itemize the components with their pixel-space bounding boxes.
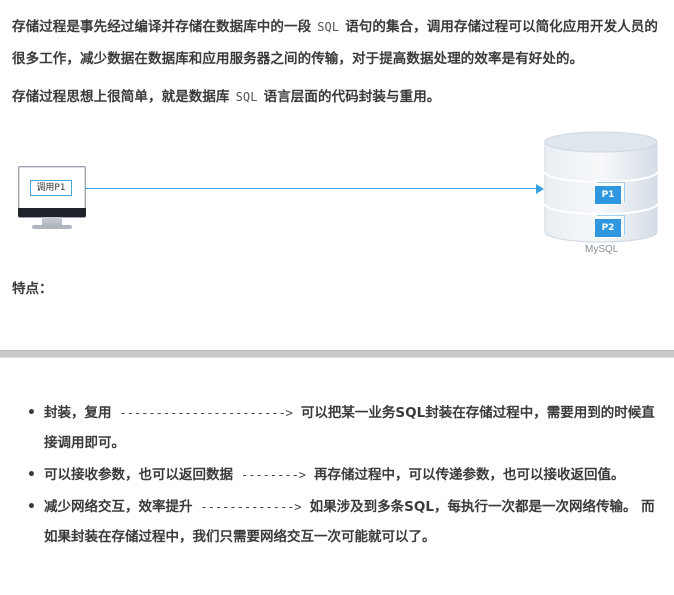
list-item: • 可以接收参数，也可以返回数据 --------> 再存储过程中，可以传递参数，也可… xyxy=(0,460,674,490)
call-arrow-line xyxy=(85,188,539,189)
feature-title: 封装，复用 xyxy=(44,405,112,421)
intro-text: 存储过程思想上很简单，就是数据库 xyxy=(12,89,230,105)
list-item: • 封装，复用 -----------------------> 可以把某一业务SQL… xyxy=(0,398,674,458)
intro-paragraph-2: 存储过程思想上很简单，就是数据库 SQL 语言层面的代码封装与重用。 xyxy=(12,86,664,108)
procedure-card-p2: P2 xyxy=(594,218,622,238)
feature-title: 减少网络交互，效率提升 xyxy=(44,499,193,515)
features-heading: 特点： xyxy=(12,281,53,297)
monitor-base xyxy=(32,225,72,229)
intro-paragraph-1: 存储过程是事先经过编译并存储在数据库中的一段 SQL 语句的集合，调用存储过程可以简… xyxy=(12,11,664,75)
mysql-label: MySQL xyxy=(585,244,619,255)
list-item: • 减少网络交互，效率提升 -------------> 如果涉及到多条SQL，每执行… xyxy=(0,492,674,552)
intro-text: 存储过程是事先经过编译并存储在数据库中的一段 xyxy=(12,19,312,35)
call-p1-label: 调用P1 xyxy=(30,180,72,196)
section-divider xyxy=(0,350,674,358)
monitor-bezel xyxy=(18,208,86,217)
client-monitor-icon: 调用P1 xyxy=(18,166,86,234)
features-list: • 封装，复用 -----------------------> 可以把某一业务SQL… xyxy=(0,398,674,554)
feature-arrow: --------> xyxy=(241,468,307,482)
intro-text: 语言层面的代码封装与重用。 xyxy=(263,89,441,105)
bullet-icon: • xyxy=(27,499,36,515)
sql-code-inline: SQL xyxy=(235,90,258,104)
feature-arrow: -----------------------> xyxy=(119,406,293,420)
sql-code-inline: SQL xyxy=(317,20,340,34)
feature-title: 可以接收参数，也可以返回数据 xyxy=(44,467,233,483)
feature-desc: 再存储过程中，可以传递参数，也可以接收返回值。 xyxy=(314,467,625,483)
bullet-icon: • xyxy=(27,405,36,421)
procedure-card-p1: P1 xyxy=(594,185,622,205)
bullet-icon: • xyxy=(27,467,36,483)
feature-arrow: -------------> xyxy=(200,500,302,514)
